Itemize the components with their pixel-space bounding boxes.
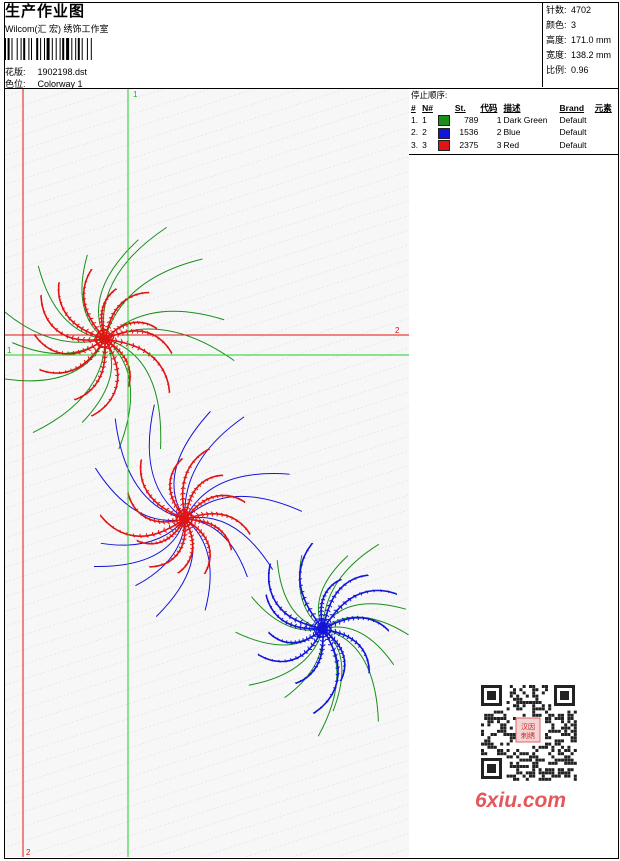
company-name: Wilcom(汇 宏) 绣饰工作室 [5,24,109,34]
row-element [594,114,617,126]
color-swatch [437,139,450,151]
row-brand: Default [559,127,587,138]
col-stitches: St. [454,103,466,113]
row-brand: Default [559,139,587,150]
row-stitches: 789 [464,115,479,126]
table-row[interactable]: 3. 3 2375 3 Red Default [410,139,617,151]
row-needle: 1 [422,115,427,126]
row-code: 2 [496,127,502,138]
color-count: 颜色: 3 [546,20,577,30]
row-swatch [437,114,454,127]
header-info: 生产作业图 Wilcom(汇 宏) 绣饰工作室 花版: 1902198.dst … [5,3,535,90]
col-needle: N# [422,103,433,113]
design-label: 花版: [5,67,26,77]
row-code: 3 [496,139,502,150]
row-element [594,139,617,151]
col-code: 代码 [480,103,498,113]
col-description: 描述 [503,103,521,113]
row-brand: Default [559,115,587,126]
row-stitches: 1536 [459,127,479,138]
watermark-text: 6xiu.com [475,789,567,812]
col-index: # [411,103,416,113]
design-canvas[interactable]: 1 2 1 2 [5,89,410,857]
stop-sequence-title: 停止顺序: [411,90,448,100]
row-index: 1. [411,115,419,126]
row-swatch [437,126,454,139]
design-scale: 比例: 0.96 [546,65,589,75]
stitch-count: 针数: 4702 [546,5,592,15]
guide-h1-label: 1 [7,346,12,355]
design-height: 高度: 171.0 mm [546,35,612,45]
stamp-line-2: 刺绣 [521,731,535,740]
row-needle: 2 [422,127,427,138]
stamp-line-1: 汉因 [521,723,535,731]
row-stitches: 2375 [459,139,479,150]
row-index: 3. [411,139,419,150]
stats-box: 针数: 4702 颜色: 3 高度: 171.0 mm 宽度: 138.2 mm 比例:… [542,3,618,87]
production-worksheet: 生产作业图 Wilcom(汇 宏) 绣饰工作室 花版: 1902198.dst … [0,0,620,861]
embroidery-preview: 1 2 1 2 [5,89,409,857]
table-header-row: # N# St. 代码 描述 Brand 元素 [410,102,617,114]
panel-divider [409,154,618,155]
row-needle: 3 [422,139,427,150]
row-description: Red [503,139,520,150]
guide-v1-label: 1 [133,90,138,99]
page-title: 生产作业图 [5,3,86,20]
col-element: 元素 [594,103,612,113]
col-brand: Brand [559,103,585,113]
row-code: 1 [496,115,502,126]
design-width: 宽度: 138.2 mm [546,50,612,60]
design-file: 1902198.dst [37,67,88,77]
design-row: 花版: 1902198.dst [5,66,535,78]
color-sequence-table: # N# St. 代码 描述 Brand 元素 1. 1 789 1 Dark Gree… [410,102,617,151]
color-swatch [437,115,450,127]
row-description: Blue [503,127,521,138]
row-index: 2. [411,127,419,138]
table-row[interactable]: 2. 2 1536 2 Blue Default [410,126,617,139]
qr-code-icon: 汉因 刺绣 [478,682,578,782]
row-description: Dark Green [503,115,548,126]
row-element [594,126,617,138]
row-swatch [437,139,454,151]
guide-h2-label: 2 [395,326,400,335]
watermark: 汉因 刺绣 6xiu.com [470,682,590,812]
guide-v2-label: 2 [26,848,31,857]
table-row[interactable]: 1. 1 789 1 Dark Green Default [410,114,617,127]
barcode-icon [5,38,92,60]
fabric-background [5,89,409,857]
color-swatch [437,127,450,139]
